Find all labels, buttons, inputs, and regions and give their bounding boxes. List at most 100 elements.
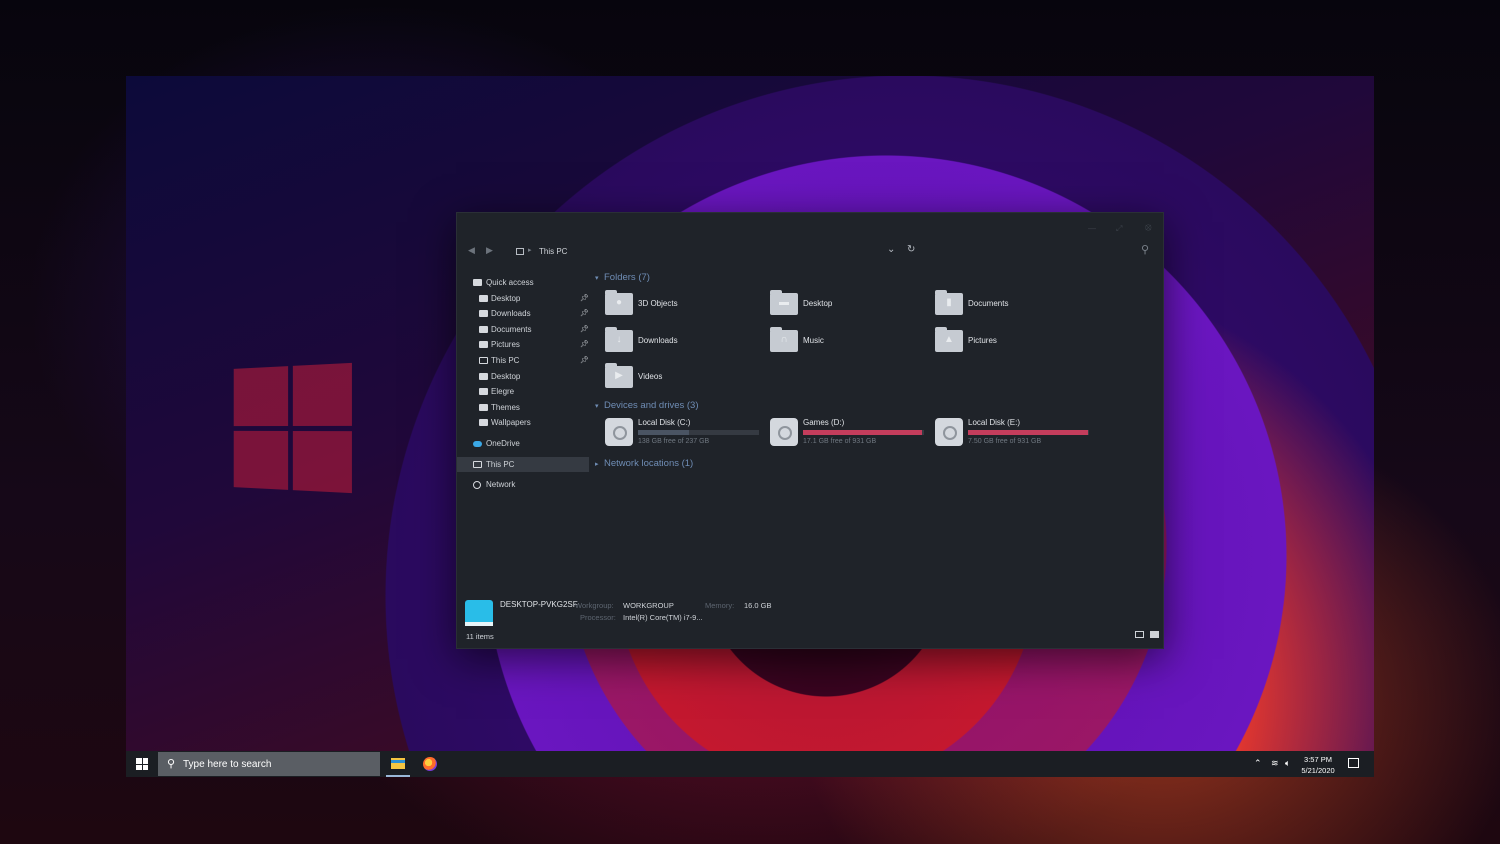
nav-item-desktop-2[interactable]: Desktop [457, 369, 589, 385]
file-explorer-window: — ⤢ ⦻ ◀ ▶ ▸ This PC ⌄ ↻ ⚲ Quick access D… [456, 212, 1164, 649]
processor-label: Processor: [580, 613, 616, 622]
nav-item-documents[interactable]: Documents 📌︎ [457, 322, 589, 338]
pin-icon: 📌︎ [580, 294, 589, 302]
navigation-pane: Quick access Desktop 📌︎ Downloads 📌︎ Doc… [457, 275, 589, 493]
drive-c[interactable]: Local Disk (C:) 138 GB free of 237 GB [595, 415, 760, 455]
network-icon [473, 481, 481, 490]
windows-start-icon[interactable] [136, 758, 148, 770]
details-pane: DESKTOP-PVKG2SF Workgroup: WORKGROUP Mem… [457, 590, 1163, 648]
memory-value: 16.0 GB [744, 601, 772, 610]
drive-usage-bar [803, 429, 924, 435]
folder-icon [479, 341, 488, 349]
search-icon: ⚲ [167, 758, 176, 770]
document-icon: ▮ [935, 290, 963, 315]
minimize-button[interactable]: — [1088, 224, 1096, 233]
workgroup-value: WORKGROUP [623, 601, 674, 610]
wifi-icon[interactable]: ≋ [1271, 758, 1279, 769]
play-icon: ▶ [605, 363, 633, 388]
search-icon[interactable]: ⚲ [1141, 243, 1149, 256]
maximize-button[interactable]: ⤢ [1116, 224, 1122, 234]
processor-value: Intel(R) Core(TM) i7-9... [623, 613, 703, 622]
hard-disk-icon [935, 417, 963, 446]
nav-item-downloads[interactable]: Downloads 📌︎ [457, 306, 589, 322]
search-placeholder: Type here to search [183, 759, 272, 770]
folder-icon [479, 294, 488, 302]
item-count: 11 items [466, 632, 494, 641]
close-button[interactable]: ⦻ [1145, 222, 1152, 233]
group-header-devices[interactable]: ▾ Devices and drives (3) [595, 397, 1155, 415]
hard-disk-icon [605, 417, 633, 446]
nav-network[interactable]: Network [457, 477, 589, 493]
chevron-down-icon[interactable]: ⌄ [887, 244, 895, 255]
title-bar[interactable]: — ⤢ ⦻ [457, 213, 1163, 239]
pin-icon: 📌︎ [580, 356, 589, 364]
firefox-taskbar-button[interactable] [415, 751, 445, 777]
hard-disk-icon [770, 417, 798, 446]
refresh-icon[interactable]: ↻ [907, 244, 915, 255]
cloud-icon [473, 440, 482, 447]
workgroup-label: Workgroup: [575, 601, 614, 610]
nav-this-pc[interactable]: This PC [457, 456, 589, 473]
nav-item-this-pc-pinned[interactable]: This PC 📌︎ [457, 353, 589, 369]
folder-icon [479, 388, 488, 396]
folder-icon [479, 372, 488, 380]
folder-icon [479, 419, 488, 427]
drive-usage-bar [638, 429, 759, 435]
drive-d[interactable]: Games (D:) 17.1 GB free of 931 GB [760, 415, 925, 455]
breadcrumb-separator-icon: ▸ [528, 247, 532, 254]
group-header-network[interactable]: ▸ Network locations (1) [595, 455, 1155, 473]
folder-music[interactable]: ∩ Music [760, 324, 925, 361]
drive-e[interactable]: Local Disk (E:) 7.50 GB free of 931 GB [925, 415, 1090, 455]
volume-icon[interactable]: 🔈︎ [1285, 758, 1290, 769]
drive-usage-bar [968, 429, 1089, 435]
clock-date: 5/21/2020 [1301, 766, 1335, 775]
nav-item-themes[interactable]: Themes [457, 400, 589, 416]
nav-item-desktop[interactable]: Desktop 📌︎ [457, 291, 589, 307]
chevron-up-icon[interactable]: ⌃ [1254, 758, 1262, 769]
file-explorer-taskbar-button[interactable] [383, 751, 413, 777]
folder-desktop[interactable]: ▬ Desktop [760, 287, 925, 324]
pc-name: DESKTOP-PVKG2SF [500, 600, 578, 609]
large-icons-view-icon[interactable] [1150, 631, 1159, 638]
chevron-right-icon: ▸ [595, 460, 599, 468]
nav-onedrive[interactable]: OneDrive [457, 436, 589, 452]
folder-pictures[interactable]: ▲ Pictures [925, 324, 1090, 361]
monitor-icon [479, 356, 488, 364]
folder-icon [479, 310, 488, 318]
taskbar-search-box[interactable]: ⚲ Type here to search [158, 752, 380, 776]
drives-grid: Local Disk (C:) 138 GB free of 237 GB Ga… [595, 415, 1155, 455]
forward-button[interactable]: ▶ [486, 245, 493, 256]
group-header-folders[interactable]: ▾ Folders (7) [595, 269, 1155, 287]
clock-time: 3:57 PM [1304, 755, 1332, 764]
nav-item-pictures[interactable]: Pictures 📌︎ [457, 337, 589, 353]
folder-icon [473, 279, 482, 286]
cube-icon: ● [605, 290, 633, 315]
folder-videos[interactable]: ▶ Videos [595, 360, 760, 397]
desktop-icon: ▬ [770, 290, 798, 315]
folder-icon [479, 403, 488, 411]
file-explorer-icon [391, 758, 405, 769]
nav-quick-access[interactable]: Quick access [457, 275, 589, 291]
download-icon: ↓ [605, 326, 633, 352]
pin-icon: 📌︎ [580, 341, 589, 349]
computer-icon [465, 600, 493, 626]
folders-grid: ● 3D Objects ▬ Desktop ▮ Documents ↓ Dow… [595, 287, 1155, 397]
folder-3d-objects[interactable]: ● 3D Objects [595, 287, 760, 324]
folder-downloads[interactable]: ↓ Downloads [595, 324, 760, 361]
nav-item-wallpapers[interactable]: Wallpapers [457, 415, 589, 431]
back-button[interactable]: ◀ [468, 245, 475, 256]
breadcrumb[interactable]: This PC [539, 247, 567, 256]
taskbar: ⚲ Type here to search ⌃ ≋ 🔈︎ 3:57 PM 5/2… [126, 751, 1374, 777]
notification-icon[interactable] [1348, 758, 1359, 768]
address-bar: ◀ ▶ ▸ This PC ⌄ ↻ ⚲ [457, 239, 1163, 264]
headphones-icon: ∩ [770, 326, 798, 352]
nav-item-elegre[interactable]: Elegre [457, 384, 589, 400]
chevron-down-icon: ▾ [595, 402, 599, 410]
firefox-icon [423, 757, 437, 771]
picture-icon: ▲ [935, 326, 963, 352]
content-area: ▾ Folders (7) ● 3D Objects ▬ Desktop ▮ Do… [595, 269, 1155, 473]
this-pc-icon [516, 248, 524, 255]
details-view-icon[interactable] [1135, 631, 1144, 638]
taskbar-clock[interactable]: 3:57 PM 5/21/2020 [1296, 754, 1340, 776]
folder-documents[interactable]: ▮ Documents [925, 287, 1090, 324]
